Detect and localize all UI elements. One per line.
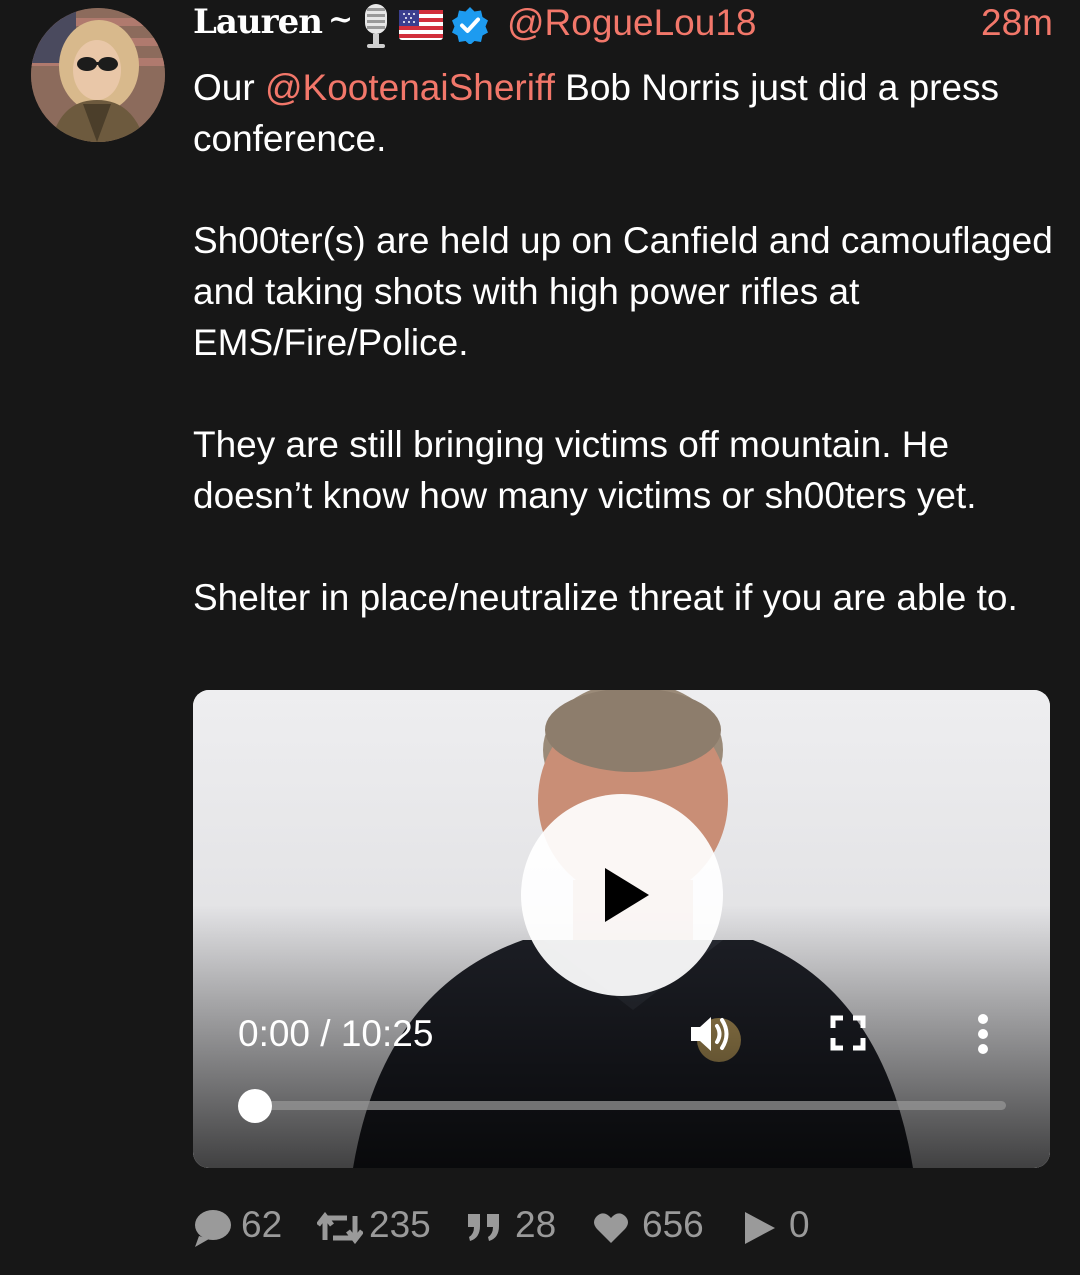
quote-count: 28 [515,1204,557,1245]
video-scrubber-handle[interactable] [238,1089,272,1123]
text-span: Our [193,67,265,108]
mention-link[interactable]: @KootenaiSheriff [265,67,555,108]
fullscreen-icon[interactable] [830,1015,866,1056]
reply-button[interactable]: 62 [193,1203,288,1251]
video-player[interactable]: 0:00 / 10:25 [193,690,1050,1168]
avatar[interactable] [31,8,165,142]
repost-count: 235 [369,1204,431,1245]
post-stats: 62 235 28 656 0 [193,1203,1053,1251]
repost-button[interactable]: 235 [316,1203,437,1251]
post-paragraph: They are still bringing victims off moun… [193,424,977,516]
post-text: Our @KootenaiSheriff Bob Norris just did… [193,62,1053,623]
reply-count: 62 [241,1204,283,1245]
like-count: 656 [642,1204,704,1245]
like-button[interactable]: 656 [593,1203,718,1251]
play-icon [605,868,649,922]
post-card: Lauren ~ @RogueLou18 28m Our @KootenaiSh… [0,0,1080,1275]
verified-badge-icon [451,6,489,49]
repost-icon [316,1211,364,1249]
play-count-icon [743,1210,777,1251]
play-button[interactable] [521,794,723,996]
view-count: 0 [789,1204,810,1245]
video-time-readout: 0:00 / 10:25 [238,1013,434,1054]
post-paragraph: Sh00ter(s) are held up on Canfield and c… [193,220,1053,363]
volume-icon[interactable] [689,1012,735,1061]
views-button[interactable]: 0 [743,1203,818,1251]
comment-icon [193,1208,233,1253]
microphone-icon [361,4,391,55]
name-separator: ~ [328,2,354,37]
video-progress-bar[interactable] [238,1089,1006,1123]
quote-button[interactable]: 28 [466,1203,566,1251]
post-timestamp[interactable]: 28m [981,2,1053,44]
heart-icon [593,1212,629,1249]
quote-icon [466,1212,502,1247]
more-options-icon[interactable] [973,1013,993,1060]
post-paragraph: Shelter in place/neutralize threat if yo… [193,577,1018,618]
post-header: Lauren ~ @RogueLou18 28m [193,0,1053,54]
display-name[interactable]: Lauren [193,2,323,42]
us-flag-icon [399,10,443,45]
author-handle[interactable]: @RogueLou18 [507,2,756,44]
post-paragraph: Our @KootenaiSheriff Bob Norris just did… [193,62,1053,164]
